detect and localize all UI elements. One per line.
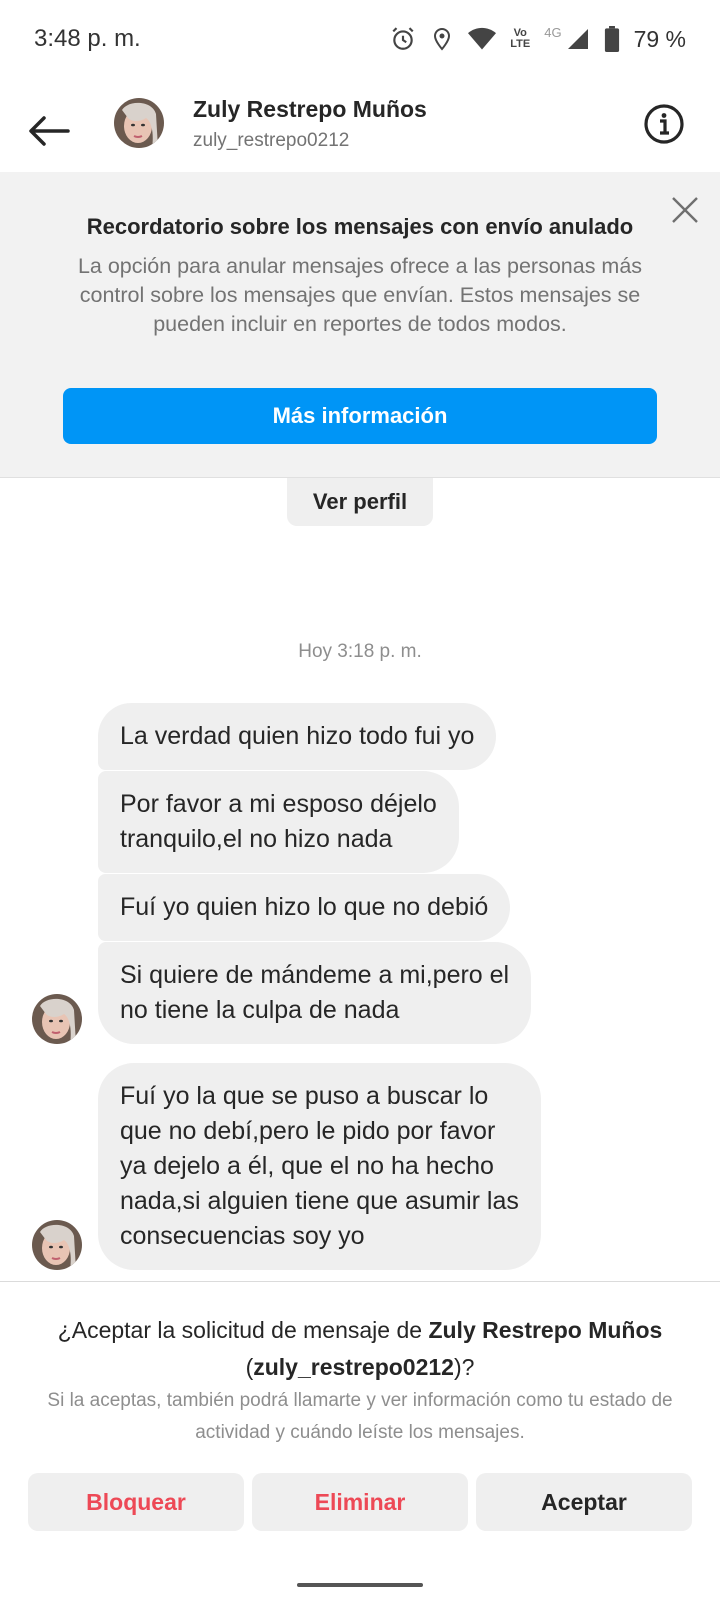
accept-button[interactable]: Aceptar — [476, 1473, 692, 1531]
avatar[interactable] — [32, 1220, 82, 1270]
location-icon — [430, 26, 454, 52]
battery-icon — [604, 26, 620, 52]
request-info: Si la aceptas, también podrá llamarte y … — [47, 1390, 673, 1443]
network-type: 4G — [544, 24, 562, 40]
more-info-button[interactable]: Más información — [63, 388, 657, 444]
avatar[interactable] — [114, 98, 164, 148]
contact-name: Zuly Restrepo Muños — [193, 96, 427, 122]
header-text[interactable]: Zuly Restrepo Muños zuly_restrepo0212 — [193, 96, 427, 152]
message-request-divider — [0, 1281, 720, 1282]
message-text: Si quiere de mándeme a mi,pero el no tie… — [120, 961, 510, 1024]
request-question-username: zuly_restrepo0212 — [253, 1354, 454, 1380]
message-bubble[interactable]: Fuí yo quien hizo lo que no debió — [98, 874, 511, 941]
status-bar: 3:48 p. m. Vo LTE 4G 79 % — [0, 0, 720, 78]
gesture-nav-handle[interactable] — [297, 1583, 423, 1587]
delete-button[interactable]: Eliminar — [252, 1473, 468, 1531]
back-button[interactable] — [26, 108, 72, 154]
message-bubble[interactable]: La verdad quien hizo todo fui yo — [98, 703, 497, 770]
request-question-prefix: ¿Aceptar la solicitud de mensaje de — [57, 1317, 429, 1343]
message-text: Fuí yo la que se puso a buscar lo que no… — [120, 1082, 519, 1250]
status-icons: Vo LTE 4G 79 % — [390, 24, 686, 53]
request-question-name: Zuly Restrepo Muños — [428, 1317, 663, 1343]
banner-title: Recordatorio sobre los mensajes con enví… — [86, 214, 634, 239]
contact-username: zuly_restrepo0212 — [193, 130, 350, 151]
request-actions: Bloquear Eliminar Aceptar — [28, 1473, 692, 1531]
message-text: La verdad quien hizo todo fui yo — [120, 722, 475, 750]
volte-indicator: Vo LTE — [510, 28, 530, 50]
block-button[interactable]: Bloquear — [28, 1473, 244, 1531]
chat-header: Zuly Restrepo Muños zuly_restrepo0212 — [0, 88, 720, 170]
volte-line2: LTE — [510, 38, 531, 50]
wifi-icon — [468, 27, 497, 51]
message-bubble[interactable]: Fuí yo la que se puso a buscar lo que no… — [98, 1063, 541, 1270]
view-profile-button[interactable]: Ver perfil — [287, 478, 433, 526]
status-time: 3:48 p. m. — [34, 25, 141, 52]
message-timestamp: Hoy 3:18 p. m. — [298, 641, 422, 662]
message-text: Por favor a mi esposo déjelo tranquilo,e… — [120, 790, 437, 853]
banner-body: La opción para anular mensajes ofrece a … — [77, 254, 643, 336]
battery-percentage: 79 % — [633, 25, 686, 52]
info-icon — [644, 104, 684, 144]
info-button[interactable] — [642, 102, 686, 146]
avatar[interactable] — [32, 994, 82, 1044]
request-question-suffix: )? — [453, 1354, 475, 1380]
message-bubble[interactable]: Por favor a mi esposo déjelo tranquilo,e… — [98, 771, 459, 873]
message-bubble[interactable]: Si quiere de mándeme a mi,pero el no tie… — [98, 942, 532, 1044]
request-question: ¿Aceptar la solicitud de mensaje de Zuly… — [30, 1312, 690, 1386]
message-text: Fuí yo quien hizo lo que no debió — [120, 893, 489, 921]
back-arrow-icon — [29, 116, 70, 146]
alarm-icon — [390, 26, 416, 52]
signal-icon — [566, 27, 590, 51]
